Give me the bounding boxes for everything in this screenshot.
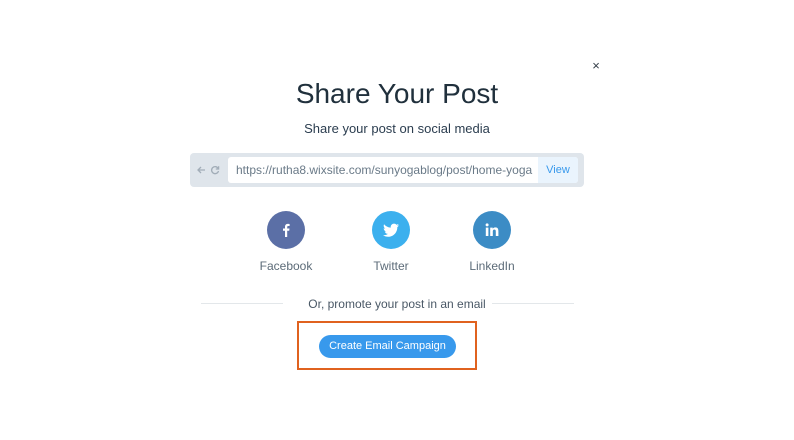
dialog-title: Share Your Post	[295, 78, 499, 109]
share-facebook-button[interactable]: Facebook	[241, 211, 331, 274]
twitter-label: Twitter	[373, 259, 409, 273]
browser-nav-icons	[196, 153, 222, 187]
url-bar: https://rutha8.wixsite.com/sunyogablog/p…	[190, 153, 584, 187]
dialog-subtitle: Share your post on social media	[304, 121, 490, 136]
url-field[interactable]: https://rutha8.wixsite.com/sunyogablog/p…	[228, 157, 578, 183]
facebook-icon-circle[interactable]	[267, 211, 305, 249]
linkedin-label: LinkedIn	[469, 259, 515, 273]
arrow-left-icon	[197, 166, 205, 174]
twitter-icon	[383, 223, 399, 237]
close-button[interactable]: ×	[589, 58, 603, 74]
linkedin-icon	[485, 223, 499, 236]
share-twitter-button[interactable]: Twitter	[346, 211, 436, 274]
view-button[interactable]: View	[538, 157, 578, 183]
facebook-icon	[283, 223, 290, 237]
refresh-icon	[210, 166, 220, 175]
email-divider-text: Or, promote your post in an email	[308, 297, 486, 311]
twitter-icon-circle[interactable]	[372, 211, 410, 249]
divider-line-right	[492, 303, 574, 304]
facebook-label: Facebook	[259, 259, 313, 273]
share-linkedin-button[interactable]: LinkedIn	[447, 211, 537, 274]
post-url: https://rutha8.wixsite.com/sunyogablog/p…	[236, 163, 533, 177]
linkedin-icon-circle[interactable]	[473, 211, 511, 249]
create-email-campaign-button[interactable]: Create Email Campaign	[319, 335, 456, 358]
